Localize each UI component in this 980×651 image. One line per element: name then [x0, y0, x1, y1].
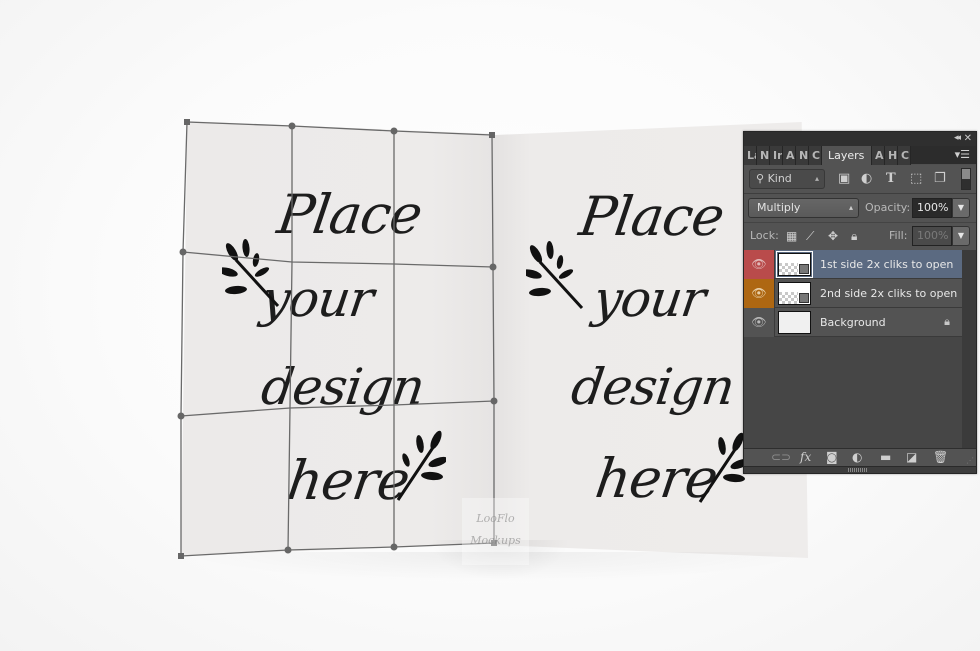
grip-dots — [848, 468, 868, 472]
warp-handle — [179, 248, 187, 256]
filter-smart-object-icon[interactable]: ❐ — [934, 171, 946, 186]
new-group-folder-icon[interactable]: ▬ — [880, 450, 891, 464]
layer-name[interactable]: 1st side 2x cliks to open — [820, 250, 953, 279]
filter-row: ⚲ Kind ▴▾ ▣ ◐ T ⬚ ❐ — [744, 165, 976, 201]
blend-mode-select[interactable]: Multiply ▴▾ — [748, 198, 859, 230]
warp-handle — [390, 127, 398, 135]
warp-edge-bottom — [180, 542, 495, 557]
warp-handle — [489, 263, 497, 271]
smart-object-badge-icon — [799, 293, 809, 303]
tab-clone-source[interactable]: Cl — [809, 146, 822, 165]
warp-handle — [490, 397, 498, 405]
tab-channels[interactable]: Cl — [898, 146, 911, 165]
fill-input[interactable]: 100% — [912, 226, 952, 246]
warp-edge-right — [491, 134, 495, 543]
opacity-input[interactable]: 100% — [912, 198, 952, 218]
warp-grid-h1 — [182, 251, 494, 268]
layer-thumbnail[interactable] — [776, 251, 813, 278]
lock-position-icon[interactable]: ✥ — [828, 229, 838, 243]
resize-grip-icon[interactable]: ⋰ — [966, 456, 974, 465]
warp-corner-handle — [489, 132, 495, 138]
warp-corner-handle — [178, 553, 184, 559]
warp-handle — [288, 122, 296, 130]
filter-toggle-switch[interactable] — [961, 168, 971, 190]
tab-history[interactable]: H — [885, 146, 898, 165]
warp-edge-left — [180, 121, 188, 556]
fill-label: Fill: — [889, 229, 908, 242]
lock-paint-icon[interactable]: ⟋ — [806, 229, 814, 244]
warp-grid-v1 — [287, 126, 293, 551]
opacity-label: Opacity: — [865, 201, 911, 214]
tab-layers[interactable]: Layers — [822, 146, 872, 165]
lock-all-icon[interactable]: 🔒︎ — [851, 229, 857, 244]
watermark: LooFlo Mockups — [462, 498, 529, 565]
layer-lock-icon: 🔒︎ — [944, 315, 950, 328]
tab-info[interactable]: In — [770, 146, 783, 165]
layer-row[interactable]: 👁︎ Background 🔒︎ — [744, 308, 962, 337]
add-mask-icon[interactable]: ◙ — [826, 450, 838, 464]
filter-adjustment-icon[interactable]: ◐ — [861, 171, 872, 186]
fill-slider-button[interactable]: ▼ — [952, 226, 970, 246]
layers-scrollbar[interactable] — [962, 250, 976, 448]
warp-handle — [284, 546, 292, 554]
layer-row[interactable]: 👁︎ 1st side 2x cliks to open — [744, 250, 962, 279]
close-panel-icon[interactable]: ✕ — [964, 133, 972, 144]
filter-shape-icon[interactable]: ⬚ — [910, 171, 922, 186]
filter-kind-select[interactable]: ⚲ Kind ▴▾ — [749, 169, 825, 201]
search-icon: ⚲ — [756, 172, 768, 185]
tab-navigator[interactable]: N — [757, 146, 770, 165]
tab-notes[interactable]: N — [796, 146, 809, 165]
lock-label: Lock: — [750, 229, 779, 242]
warp-edge-top — [186, 121, 493, 136]
layers-list: 👁︎ 1st side 2x cliks to open 👁︎ 2nd side… — [744, 250, 962, 448]
warp-handle — [177, 412, 185, 420]
visibility-eye-icon[interactable]: 👁︎ — [744, 279, 775, 308]
new-layer-icon[interactable]: ◪ — [906, 450, 917, 464]
visibility-eye-icon[interactable]: 👁︎ — [744, 250, 775, 279]
watermark-line-2: Mockups — [470, 534, 521, 547]
lock-row: Lock: ▦ ⟋ ✥ 🔒︎ Fill: 100% ▼ — [744, 223, 976, 251]
layer-name[interactable]: 2nd side 2x cliks to open — [820, 279, 957, 308]
filter-kind-label: Kind — [767, 172, 792, 185]
link-layers-icon[interactable]: ⊂⊃ — [771, 450, 791, 464]
adjustment-layer-icon[interactable]: ◐ — [852, 450, 862, 464]
warp-grid-h2 — [180, 400, 495, 417]
blend-mode-value: Multiply — [757, 201, 801, 214]
visibility-eye-icon[interactable]: 👁︎ — [744, 308, 775, 337]
fx-icon[interactable]: fx — [800, 450, 811, 464]
layer-name[interactable]: Background — [820, 308, 886, 337]
panel-menu-icon[interactable]: ▾☰ — [955, 148, 970, 161]
opacity-slider-button[interactable]: ▼ — [952, 198, 970, 218]
warp-handle — [390, 543, 398, 551]
filter-type-icon[interactable]: T — [886, 171, 896, 186]
layer-thumbnail[interactable] — [778, 311, 811, 334]
filter-pixel-image-icon[interactable]: ▣ — [838, 171, 850, 186]
panel-tabs: La N In A N Cl Layers A H Cl ▾☰ — [744, 146, 976, 165]
panel-footer: ⊂⊃ fx ◙ ◐ ▬ ◪ 🗑︎ — [744, 448, 976, 466]
panel-titlebar[interactable]: ◂◂ ✕ — [744, 132, 976, 146]
watermark-line-1: LooFlo — [476, 512, 515, 525]
layer-thumbnail[interactable] — [778, 282, 811, 305]
lock-transparent-icon[interactable]: ▦ — [786, 229, 797, 243]
layer-row[interactable]: 👁︎ 2nd side 2x cliks to open — [744, 279, 962, 308]
tab-layer-comps[interactable]: La — [744, 146, 757, 165]
warp-corner-handle — [184, 119, 190, 125]
smart-object-badge-icon — [799, 264, 809, 274]
collapse-panel-icon[interactable]: ◂◂ — [954, 133, 961, 143]
panel-resize-grip[interactable] — [744, 466, 976, 473]
tab-adjustments[interactable]: A — [872, 146, 885, 165]
trash-icon[interactable]: 🗑︎ — [933, 450, 948, 464]
blend-row: Multiply ▴▾ Opacity: 100% ▼ — [744, 194, 976, 230]
layers-panel: ◂◂ ✕ La N In A N Cl Layers A H Cl ▾☰ ⚲ K… — [743, 131, 977, 474]
tab-actions[interactable]: A — [783, 146, 796, 165]
